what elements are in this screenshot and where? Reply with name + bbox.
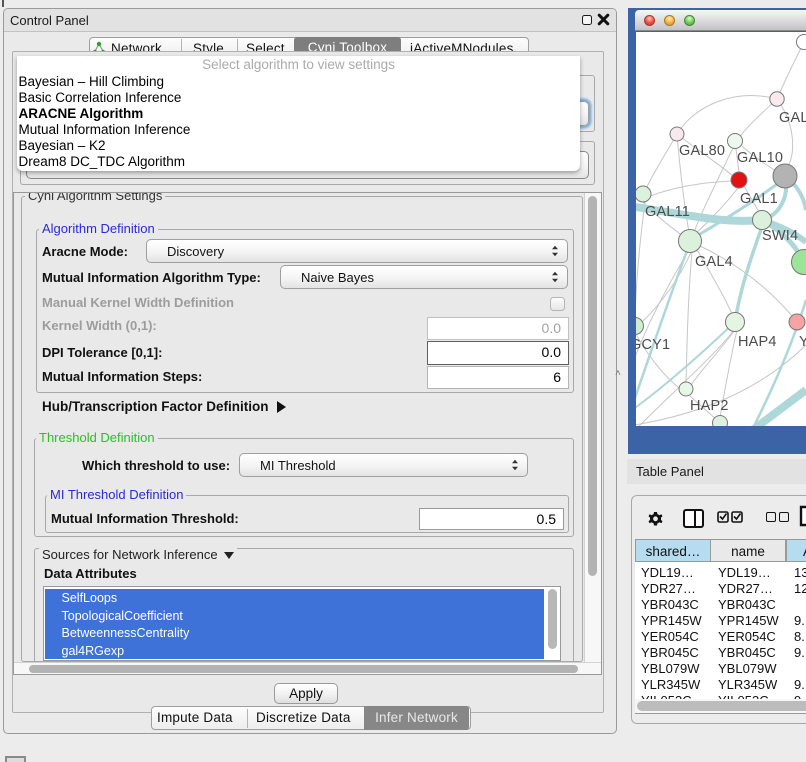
svg-text:GAL11: GAL11: [645, 204, 690, 220]
svg-text:GAL10: GAL10: [737, 150, 783, 166]
svg-text:GAL: GAL: [779, 110, 806, 126]
svg-text:HAP2: HAP2: [690, 398, 729, 414]
svg-text:GCY1: GCY1: [636, 337, 670, 353]
svg-text:SWI4: SWI4: [762, 228, 798, 244]
svg-text:GAL80: GAL80: [679, 143, 725, 159]
svg-text:GAL1: GAL1: [740, 191, 778, 207]
svg-text:HAP4: HAP4: [738, 334, 777, 350]
svg-text:Y: Y: [799, 334, 806, 350]
svg-text:GAL4: GAL4: [695, 254, 733, 270]
